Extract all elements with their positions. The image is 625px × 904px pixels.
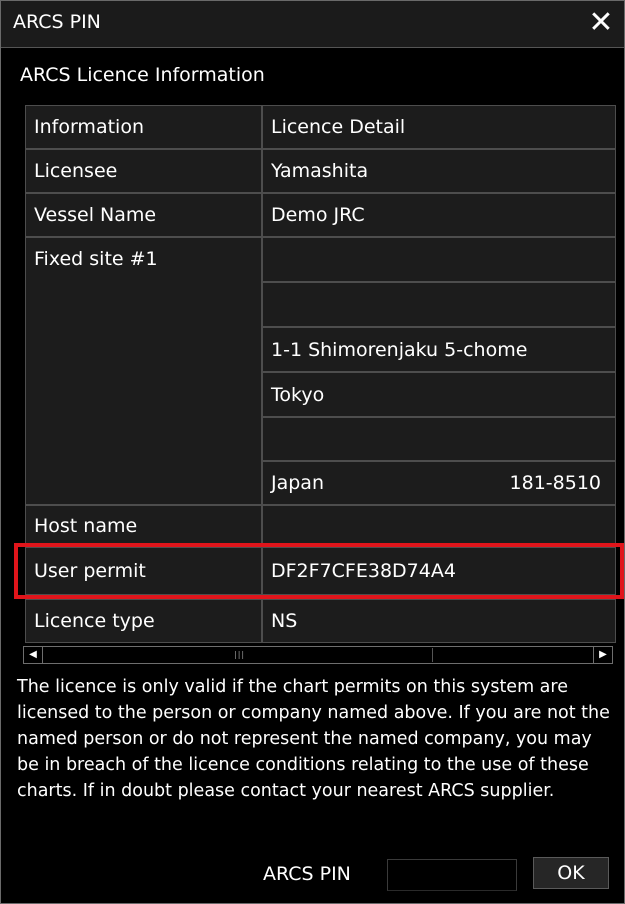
fixed-site-line-5[interactable] xyxy=(262,417,616,461)
close-icon[interactable]: ✕ xyxy=(584,5,618,41)
horizontal-scrollbar[interactable]: ◀ ||| ▶ xyxy=(23,646,613,664)
title-bar: ARCS PIN ✕ xyxy=(1,1,624,48)
window-title: ARCS PIN xyxy=(13,11,101,33)
arcs-pin-input[interactable] xyxy=(387,859,517,891)
licensee-label: Licensee xyxy=(25,149,262,193)
fixed-site-label: Fixed site #1 xyxy=(25,237,262,505)
section-title: ARCS Licence Information xyxy=(20,64,265,86)
fixed-site-postcode: 181-8510 xyxy=(509,472,601,494)
fixed-site-country-row[interactable]: Japan 181-8510 xyxy=(262,461,616,505)
licensee-value[interactable]: Yamashita xyxy=(262,149,616,193)
vessel-name-label: Vessel Name xyxy=(25,193,262,237)
fixed-site-address[interactable]: 1-1 Shimorenjaku 5-chome xyxy=(262,327,616,372)
vessel-name-value[interactable]: Demo JRC xyxy=(262,193,616,237)
licence-type-label: Licence type xyxy=(25,599,262,643)
arcs-pin-label: ARCS PIN xyxy=(263,863,351,885)
header-licence-detail: Licence Detail xyxy=(262,105,616,149)
fixed-site-city[interactable]: Tokyo xyxy=(262,372,616,417)
fixed-site-line-1[interactable] xyxy=(262,237,616,282)
arrow-left-icon[interactable]: ◀ xyxy=(24,647,43,663)
arcs-pin-dialog: ARCS PIN ✕ ARCS Licence Information Info… xyxy=(0,0,625,904)
ok-button[interactable]: OK xyxy=(533,857,609,889)
fixed-site-country: Japan xyxy=(271,472,324,494)
host-name-value[interactable] xyxy=(262,505,616,547)
user-permit-value[interactable]: DF2F7CFE38D74A4 xyxy=(262,547,616,595)
licence-notice: The licence is only valid if the chart p… xyxy=(17,677,610,801)
licence-type-value[interactable]: NS xyxy=(262,599,616,643)
scroll-thumb[interactable]: ||| xyxy=(44,648,433,662)
header-information: Information xyxy=(25,105,262,149)
arrow-right-icon[interactable]: ▶ xyxy=(593,647,612,663)
host-name-label: Host name xyxy=(25,505,262,547)
user-permit-label: User permit xyxy=(25,547,262,595)
scroll-grip: ||| xyxy=(234,650,246,659)
fixed-site-line-2[interactable] xyxy=(262,282,616,327)
